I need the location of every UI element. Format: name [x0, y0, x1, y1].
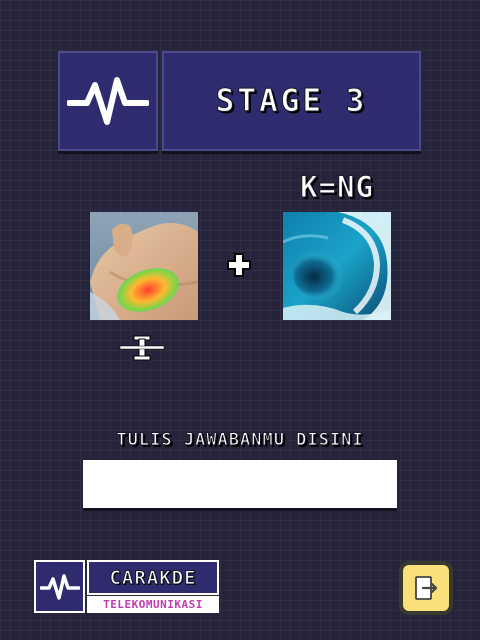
logo-name: CARAKDE	[109, 566, 197, 589]
struck-through-letter-i-icon: I	[118, 333, 166, 363]
pulse-icon	[39, 573, 80, 600]
logo-name-panel: CARAKDE	[87, 560, 219, 595]
clue-image-wave	[283, 212, 391, 320]
stage-title-panel: STAGE 3	[162, 51, 421, 151]
exit-button[interactable]	[399, 561, 453, 615]
exit-door-icon	[415, 576, 438, 600]
header-icon-panel	[58, 51, 158, 151]
stage-title: STAGE 3	[215, 83, 368, 120]
logo-subtitle: TELEKOMUNIKASI	[103, 598, 203, 611]
hint-text: K=NG	[300, 170, 374, 205]
plus-icon	[227, 253, 251, 277]
answer-label: TULIS JAWABANMU DISINI	[116, 430, 364, 451]
logo-subtitle-panel: TELEKOMUNIKASI	[87, 596, 219, 613]
pulse-icon	[67, 77, 149, 125]
logo-icon-panel	[34, 560, 85, 613]
answer-input[interactable]	[83, 460, 397, 508]
app-logo: CARAKDE TELEKOMUNIKASI	[34, 560, 219, 613]
clue-image-hand	[90, 212, 198, 320]
